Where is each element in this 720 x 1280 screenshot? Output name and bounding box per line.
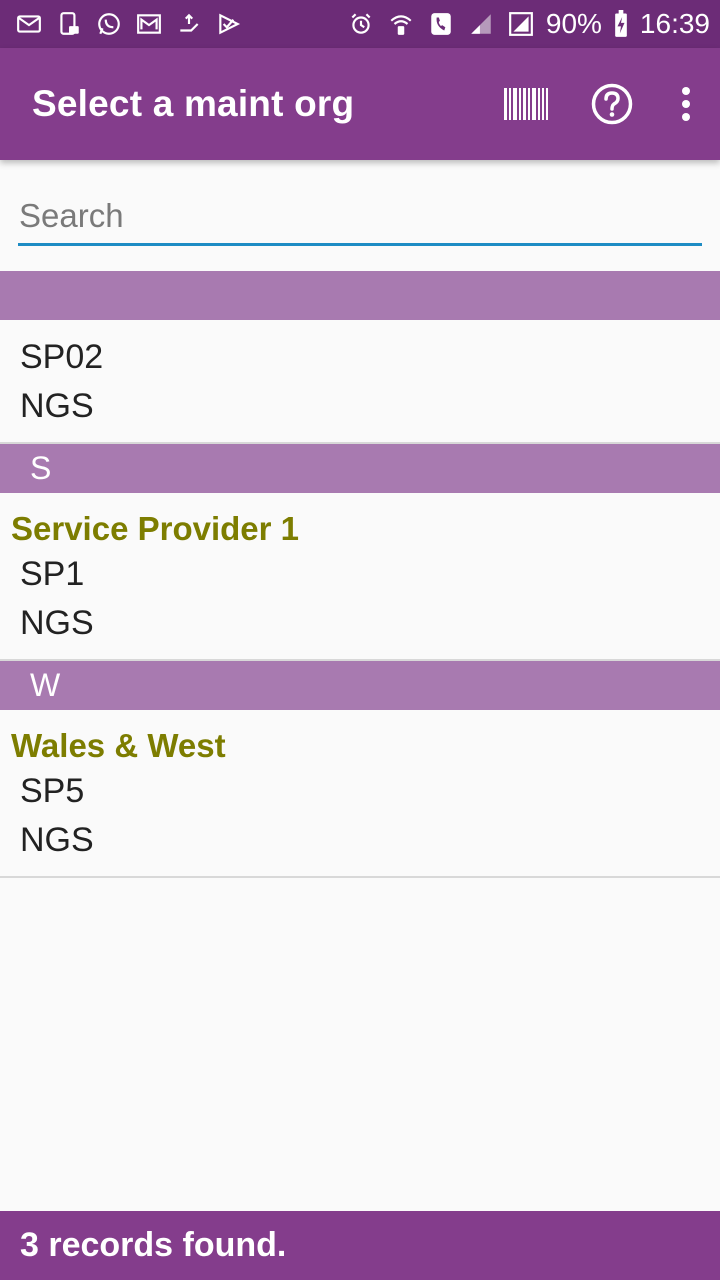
search-input[interactable]	[18, 190, 702, 242]
org-list: SP02 NGS S Service Provider 1 SP1 NGS W …	[0, 271, 720, 878]
more-vert-icon	[682, 87, 690, 121]
org-group: NGS	[20, 604, 94, 642]
system-status: 90% 16:39	[346, 8, 710, 40]
battery-charging-icon	[612, 9, 630, 39]
signal-icon	[466, 9, 496, 39]
checkmark-app-icon	[214, 9, 244, 39]
help-icon	[591, 83, 633, 125]
barcode-scan-button[interactable]	[494, 72, 558, 136]
list-item[interactable]: SP02 NGS	[0, 320, 720, 444]
list-item[interactable]: Service Provider 1 SP1 NGS	[0, 493, 720, 661]
battery-percent: 90%	[545, 8, 602, 39]
section-header	[0, 271, 720, 320]
wifi-call-icon	[386, 9, 416, 39]
app-bar: Select a maint org	[0, 48, 720, 160]
section-header: W	[0, 661, 720, 710]
org-name: Service Provider 1	[11, 510, 300, 547]
search-box	[18, 190, 702, 246]
transfer-icon	[174, 9, 204, 39]
org-name: Wales & West	[11, 727, 226, 764]
org-code: SP5	[20, 772, 85, 810]
records-count: 3 records found.	[20, 1226, 287, 1264]
alarm-icon	[346, 9, 376, 39]
signal-full-icon	[506, 9, 536, 39]
clock: 16:39	[639, 8, 710, 39]
help-button[interactable]	[580, 72, 644, 136]
phone-message-icon	[54, 9, 84, 39]
notification-icons	[14, 9, 244, 39]
org-group: NGS	[20, 387, 94, 425]
barcode-icon	[504, 88, 548, 120]
records-count-bar: 3 records found.	[0, 1211, 720, 1280]
mail-icon	[14, 9, 44, 39]
overflow-menu-button[interactable]	[666, 72, 706, 136]
org-group: NGS	[20, 821, 94, 859]
list-item[interactable]: Wales & West SP5 NGS	[0, 710, 720, 878]
whatsapp-icon	[94, 9, 124, 39]
org-code: SP02	[20, 338, 104, 376]
status-bar: 90% 16:39	[0, 0, 720, 48]
phone-icon	[426, 9, 456, 39]
gmail-icon	[134, 9, 164, 39]
page-title: Select a maint org	[32, 83, 355, 124]
org-code: SP1	[20, 555, 85, 593]
section-header: S	[0, 444, 720, 493]
